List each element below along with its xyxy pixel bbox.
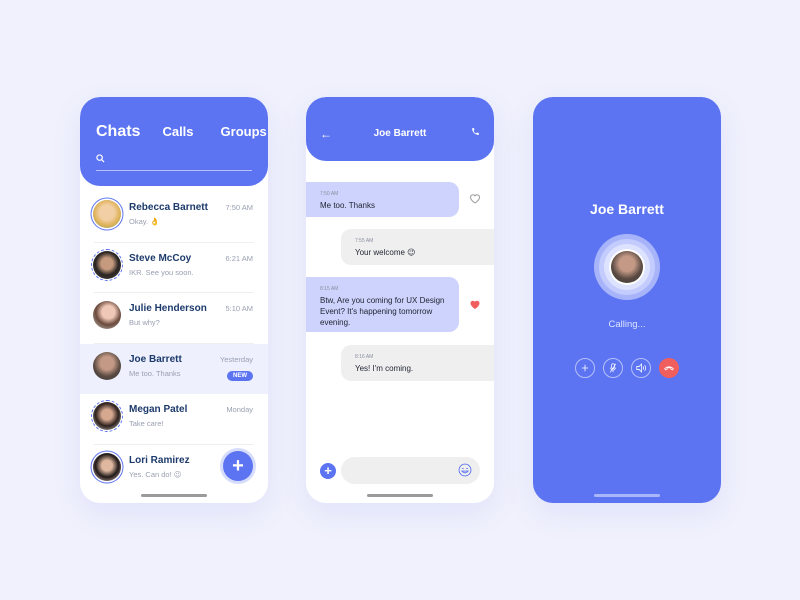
chat-preview: But why?: [129, 318, 160, 327]
new-chat-button[interactable]: +: [223, 451, 253, 481]
search-input[interactable]: [96, 153, 252, 171]
message-bubble-outgoing: 7:55 AM Your welcome 😉: [341, 229, 494, 265]
caller-name: Joe Barrett: [590, 201, 664, 217]
chats-screen: Chats Calls Groups Rebecca Barnett Okay.…: [80, 97, 268, 503]
chat-time: 7:50 AM: [225, 203, 253, 212]
chat-item-joe-barrett[interactable]: Joe Barrett Me too. Thanks Yesterday NEW: [80, 343, 268, 394]
chat-item-julie-henderson[interactable]: Julie Henderson But why? 5:10 AM: [80, 293, 268, 344]
chat-preview: IKR. See you soon.: [129, 267, 194, 277]
call-actions: [575, 358, 679, 378]
search-icon: [96, 154, 105, 163]
tab-groups[interactable]: Groups: [221, 124, 267, 139]
heart-outline-icon[interactable]: [469, 193, 481, 204]
chat-name: Steve McCoy: [129, 252, 192, 264]
plus-icon: +: [324, 463, 332, 478]
chat-name: Joe Barrett: [129, 353, 182, 365]
home-indicator: [141, 494, 207, 497]
message-time: 8:15 AM: [320, 286, 339, 292]
chat-time: 5:10 AM: [225, 304, 253, 313]
emoji-icon[interactable]: [458, 463, 472, 477]
call-screen: Joe Barrett Calling...: [533, 97, 721, 503]
message-text: Your welcome 😉: [355, 248, 416, 257]
message-bubble-incoming: 7:50 AM Me too. Thanks: [306, 182, 459, 217]
end-call-button[interactable]: [659, 358, 679, 378]
plus-icon: +: [232, 455, 244, 477]
speaker-icon: [635, 363, 646, 373]
chats-header: Chats Calls Groups: [80, 97, 268, 186]
chat-preview: Me too. Thanks: [129, 368, 181, 378]
avatar: [93, 301, 121, 329]
chat-time: 6:21 AM: [225, 253, 253, 263]
conversation-header: ← Joe Barrett: [306, 97, 494, 161]
call-status: Calling...: [608, 319, 646, 330]
home-indicator: [367, 494, 433, 497]
conversation-title: Joe Barrett: [373, 128, 427, 139]
message-bubble-incoming: 8:15 AM Btw, Are you coming for UX Desig…: [306, 277, 459, 332]
avatar: [91, 248, 123, 281]
message-text: Yes! I'm coming.: [355, 364, 414, 373]
add-participant-button[interactable]: [575, 358, 595, 378]
heart-filled-icon[interactable]: [469, 299, 481, 310]
caller-avatar: [611, 251, 643, 283]
attach-button[interactable]: +: [320, 463, 336, 479]
phone-call-icon[interactable]: [471, 127, 480, 136]
chat-item-steve-mccoy[interactable]: Steve McCoy IKR. See you soon. 6:21 AM: [80, 243, 268, 293]
chat-preview: Take care!: [129, 419, 164, 428]
chat-name: Julie Henderson: [129, 303, 207, 314]
chat-name: Megan Patel: [129, 404, 188, 415]
tab-chats[interactable]: Chats: [96, 123, 140, 141]
home-indicator: [594, 494, 660, 497]
chat-time: Yesterday: [219, 354, 253, 364]
chat-name: Rebecca Barnett: [129, 202, 208, 213]
avatar: [93, 351, 121, 380]
chat-time: Monday: [226, 405, 253, 414]
new-badge: NEW: [227, 370, 253, 381]
mute-button[interactable]: [603, 358, 623, 378]
chat-item-rebecca-barnett[interactable]: Rebecca Barnett Okay. 👌 7:50 AM: [80, 192, 268, 243]
message-bubble-outgoing: 8:16 AM Yes! I'm coming.: [341, 345, 494, 381]
chat-list: Rebecca Barnett Okay. 👌 7:50 AM Steve Mc…: [80, 192, 268, 495]
avatar: [93, 452, 121, 481]
message-time: 7:50 AM: [320, 191, 339, 197]
caller-avatar-pulse: [594, 234, 660, 300]
plus-icon: [581, 364, 589, 372]
hang-up-icon: [664, 366, 674, 371]
message-time: 7:55 AM: [355, 238, 374, 244]
message-text: Btw, Are you coming for UX Design Event?…: [320, 296, 445, 327]
tab-calls[interactable]: Calls: [162, 124, 193, 139]
chat-preview: Yes. Can do! 😉: [129, 469, 182, 479]
chat-preview: Okay. 👌: [129, 217, 160, 226]
tab-bar: Chats Calls Groups: [96, 123, 267, 141]
message-text: Me too. Thanks: [320, 201, 375, 210]
message-time: 8:16 AM: [355, 354, 374, 360]
chat-name: Lori Ramirez: [129, 454, 190, 466]
microphone-icon: [609, 363, 617, 373]
avatar: [93, 200, 121, 228]
message-input[interactable]: [341, 457, 480, 484]
chat-item-megan-patel[interactable]: Megan Patel Take care! Monday: [80, 394, 268, 445]
conversation-screen: ← Joe Barrett 7:50 AM Me too. Thanks 7:5…: [306, 97, 494, 503]
speaker-button[interactable]: [631, 358, 651, 378]
avatar: [91, 400, 123, 432]
